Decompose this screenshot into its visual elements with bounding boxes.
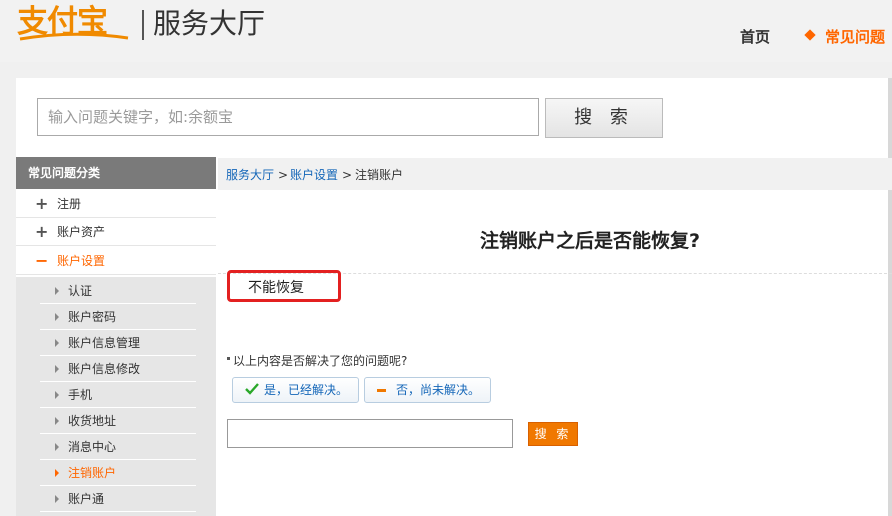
sidebar-subitem-info-manage[interactable]: 账户信息管理 xyxy=(40,330,196,356)
triangle-right-icon xyxy=(55,339,59,347)
sidebar-category-label: 账户资产 xyxy=(57,225,106,239)
feedback-yes-label: 是，已经解决。 xyxy=(264,383,349,397)
plus-icon: + xyxy=(35,222,49,241)
sidebar-category-account-settings[interactable]: − 账户设置 xyxy=(16,247,216,275)
search-input[interactable] xyxy=(37,98,539,136)
sidebar-subitem-close-account[interactable]: 注销账户 xyxy=(40,460,196,486)
search-button[interactable]: 搜 索 xyxy=(545,98,663,138)
logo-divider xyxy=(142,10,144,40)
breadcrumb-link-account-settings[interactable]: 账户设置 xyxy=(290,168,338,182)
sidebar-heading: 常见问题分类 xyxy=(16,157,216,189)
sidebar-subitem-messages[interactable]: 消息中心 xyxy=(40,434,196,460)
triangle-right-icon xyxy=(55,469,59,477)
sidebar-subitem-password[interactable]: 账户密码 xyxy=(40,304,196,330)
triangle-right-icon xyxy=(55,443,59,451)
service-hall-title: 服务大厅 xyxy=(153,7,266,40)
nav-home-link[interactable]: 首页 xyxy=(740,26,770,47)
feedback-submit-button[interactable]: 搜 索 xyxy=(528,422,578,446)
check-icon xyxy=(245,383,259,395)
subitem-label: 消息中心 xyxy=(68,440,117,454)
subitem-label: 认证 xyxy=(68,284,93,298)
sidebar-subitem-address[interactable]: 收货地址 xyxy=(40,408,196,434)
triangle-right-icon xyxy=(55,365,59,373)
minus-icon: − xyxy=(35,251,49,270)
sidebar-category-register[interactable]: + 注册 xyxy=(16,190,216,218)
article-title: 注销账户之后是否能恢复? xyxy=(480,230,701,252)
bullet-icon xyxy=(227,357,230,360)
sidebar-category-account-assets[interactable]: + 账户资产 xyxy=(16,218,216,246)
subitem-label: 账户密码 xyxy=(68,310,117,324)
subitem-label: 手机 xyxy=(68,388,93,402)
subitem-label: 账户通 xyxy=(68,492,105,506)
subitem-label: 账户信息管理 xyxy=(68,336,141,350)
subitem-label: 收货地址 xyxy=(68,414,117,428)
subitem-label: 账户信息修改 xyxy=(68,362,141,376)
nav-faq-link[interactable]: 常见问题 xyxy=(825,26,885,47)
logo-swoosh-icon xyxy=(19,32,129,41)
triangle-right-icon xyxy=(55,313,59,321)
article-answer: 不能恢复 xyxy=(248,280,304,296)
minus-icon xyxy=(377,389,386,392)
triangle-right-icon xyxy=(55,417,59,425)
sidebar-subitem-account-pass[interactable]: 账户通 xyxy=(40,486,196,512)
feedback-input[interactable] xyxy=(227,419,513,448)
breadcrumb-current: 注销账户 xyxy=(355,168,404,182)
breadcrumb-separator: > xyxy=(342,168,353,182)
plus-icon: + xyxy=(35,194,49,213)
breadcrumb-separator: > xyxy=(278,168,289,182)
sidebar-subitem-phone[interactable]: 手机 xyxy=(40,382,196,408)
sidebar-subitem-info-edit[interactable]: 账户信息修改 xyxy=(40,356,196,382)
feedback-no-label: 否，尚未解决。 xyxy=(396,383,481,397)
triangle-right-icon xyxy=(55,495,59,503)
feedback-yes-button[interactable]: 是，已经解决。 xyxy=(232,377,359,403)
sidebar-subitem-verification[interactable]: 认证 xyxy=(40,278,196,304)
sidebar-category-label: 账户设置 xyxy=(57,254,106,268)
feedback-question: 以上内容是否解决了您的问题呢? xyxy=(233,354,408,368)
triangle-right-icon xyxy=(55,391,59,399)
triangle-right-icon xyxy=(55,287,59,295)
sidebar-category-label: 注册 xyxy=(57,197,82,211)
right-edge-shadow xyxy=(888,78,892,516)
breadcrumb-link-service-hall[interactable]: 服务大厅 xyxy=(226,168,274,182)
feedback-no-button[interactable]: 否，尚未解决。 xyxy=(364,377,491,403)
subitem-label: 注销账户 xyxy=(68,466,117,480)
